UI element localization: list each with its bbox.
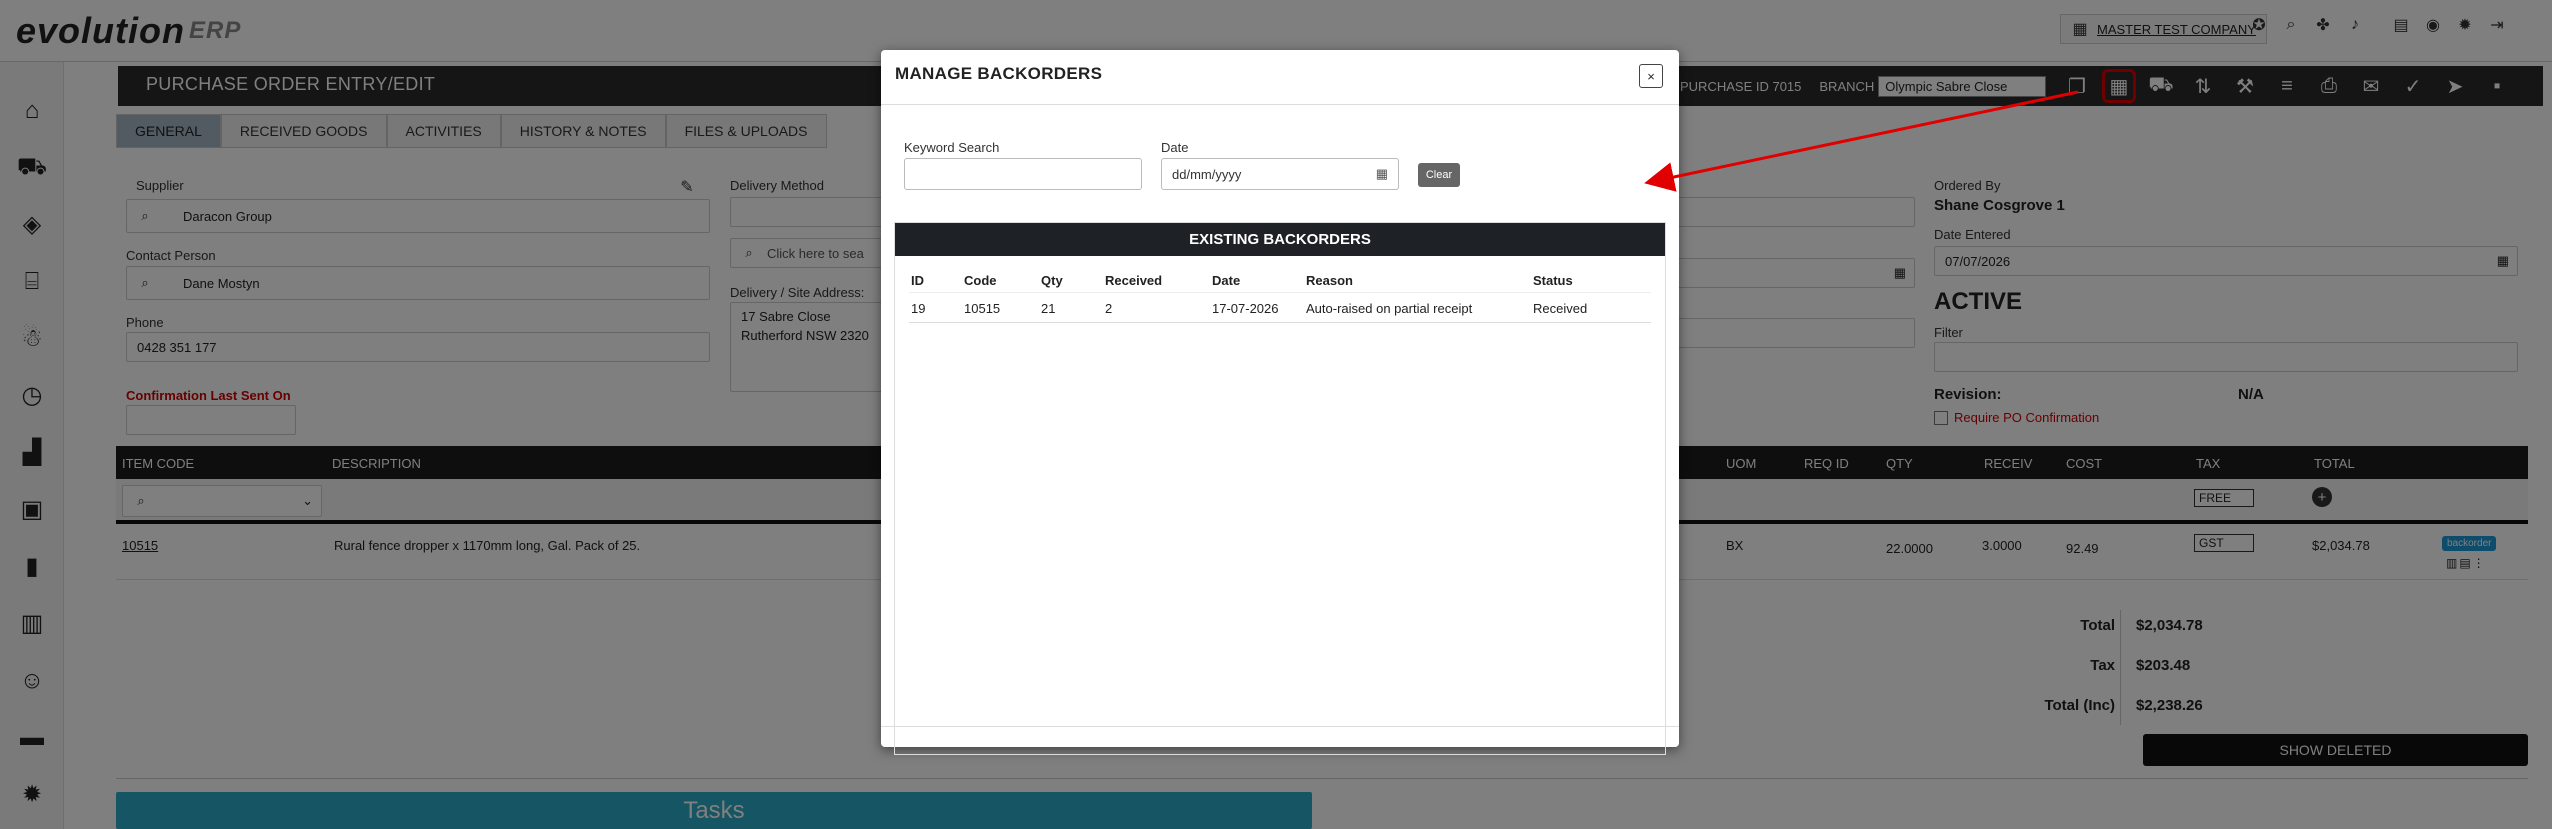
- clear-button[interactable]: Clear: [1418, 163, 1460, 187]
- close-button[interactable]: ×: [1639, 64, 1663, 88]
- bo-date: 17-07-2026: [1212, 301, 1279, 316]
- bo-code: 10515: [964, 301, 1001, 316]
- col-qty: Qty: [1041, 273, 1063, 288]
- col-received: Received: [1105, 273, 1163, 288]
- section-title: EXISTING BACKORDERS: [895, 223, 1665, 256]
- bo-qty: 21: [1041, 301, 1056, 316]
- modal-footer-divider: [881, 726, 1679, 727]
- calendar-icon[interactable]: ▦: [1376, 166, 1388, 182]
- keyword-search-input[interactable]: [904, 158, 1142, 190]
- col-reason: Reason: [1306, 273, 1353, 288]
- modal-title: MANAGE BACKORDERS: [895, 64, 1103, 83]
- date-placeholder: dd/mm/yyyy: [1172, 166, 1242, 182]
- bo-reason: Auto-raised on partial receipt: [1306, 301, 1473, 316]
- bo-id: 19: [911, 301, 926, 316]
- date-label: Date: [1161, 140, 1189, 155]
- date-input[interactable]: dd/mm/yyyy ▦: [1161, 158, 1399, 190]
- header-divider: [909, 292, 1651, 293]
- col-date: Date: [1212, 273, 1241, 288]
- bo-received: 2: [1105, 301, 1113, 316]
- manage-backorders-modal: MANAGE BACKORDERS × Keyword Search Date …: [881, 50, 1679, 755]
- keyword-label: Keyword Search: [904, 140, 1000, 155]
- existing-backorders-panel: EXISTING BACKORDERS ID Code Qty Received…: [894, 222, 1666, 755]
- col-code: Code: [964, 273, 997, 288]
- col-status: Status: [1533, 273, 1573, 288]
- row-divider: [909, 322, 1651, 323]
- bo-status: Received: [1533, 301, 1588, 316]
- modal-divider: [881, 104, 1679, 105]
- col-id: ID: [911, 273, 924, 288]
